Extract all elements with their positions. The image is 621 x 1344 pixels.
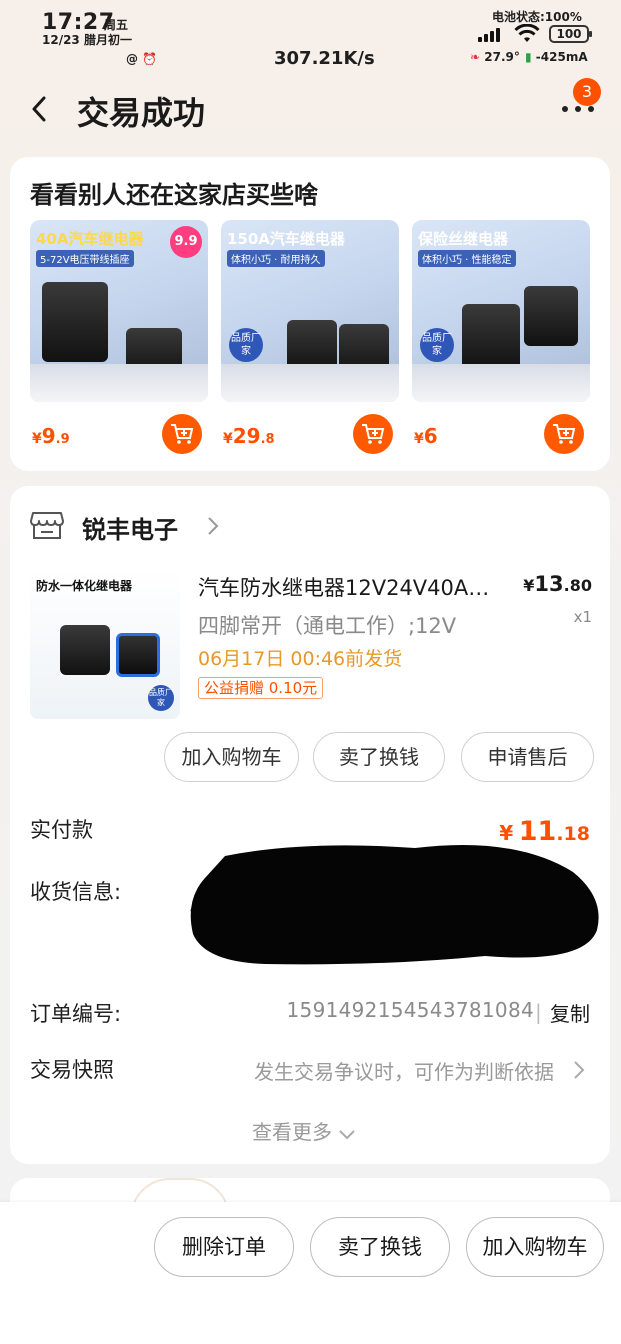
- order-card: 锐丰电子 防水一体化继电器 品质厂家 汽车防水继电器12V24V40A一体化带线…: [10, 486, 610, 1164]
- after-sales-button[interactable]: 申请售后: [461, 732, 594, 782]
- recommend-item[interactable]: 150A汽车继电器 体积小巧 · 耐用持久 品质厂家 ¥29.8: [221, 220, 399, 454]
- product-quantity: x1: [573, 608, 592, 626]
- delete-order-button[interactable]: 删除订单: [154, 1217, 294, 1277]
- chevron-right-icon[interactable]: [570, 1058, 588, 1082]
- image-title: 防水一体化继电器: [36, 579, 133, 593]
- item-price: ¥9.9: [32, 424, 70, 448]
- battery-icon: 100: [549, 25, 592, 43]
- paid-label: 实付款: [30, 818, 93, 842]
- snapshot-label: 交易快照: [30, 1058, 114, 1082]
- product-image[interactable]: 保险丝继电器 体积小巧 · 性能稳定 品质厂家: [412, 220, 590, 402]
- add-to-cart-icon[interactable]: [162, 414, 202, 454]
- item-price: ¥29.8: [223, 424, 275, 448]
- image-subtitle: 5-72V电压带线插座: [36, 250, 134, 267]
- separator: |: [535, 1000, 542, 1024]
- recommend-title: 看看别人还在这家店买些啥: [30, 181, 318, 209]
- brand-badge: 品质厂家: [420, 328, 454, 362]
- image-subtitle: 体积小巧 · 性能稳定: [418, 250, 516, 267]
- add-to-cart-button[interactable]: 加入购物车: [466, 1217, 604, 1277]
- status-bar: 17:27 周五 12/23 腊月初一 @ ⏰ 307.21K/s 电池状态:1…: [0, 0, 621, 80]
- charity-tag: 公益捐赠 0.10元: [198, 677, 324, 699]
- battery-current: ▮ -425mA: [525, 50, 588, 64]
- ship-deadline: 06月17日 00:46前发货: [198, 648, 403, 670]
- bottom-action-bar: 删除订单 卖了换钱 加入购物车: [0, 1202, 621, 1344]
- image-subtitle: 体积小巧 · 耐用持久: [227, 250, 325, 267]
- product-image[interactable]: 40A汽车继电器 5-72V电压带线插座 9.9: [30, 220, 208, 402]
- add-to-cart-icon[interactable]: [544, 414, 584, 454]
- brand-badge: 品质厂家: [229, 328, 263, 362]
- image-banner: 150A汽车继电器: [227, 230, 345, 248]
- wifi-icon: [514, 24, 540, 42]
- add-to-cart-button[interactable]: 加入购物车: [164, 732, 299, 782]
- brand-badge: 品质厂家: [148, 685, 174, 711]
- product-spec: 四脚常开（通电工作）;12V: [198, 614, 457, 638]
- snapshot-description[interactable]: 发生交易争议时，可作为判断依据: [254, 1056, 554, 1085]
- network-speed: 307.21K/s: [274, 48, 375, 69]
- address-label: 收货信息:: [30, 880, 122, 904]
- see-more-button[interactable]: 查看更多: [252, 1116, 356, 1145]
- order-number: 1591492154543781084: [286, 998, 534, 1022]
- image-banner: 保险丝继电器: [418, 230, 509, 248]
- resell-button[interactable]: 卖了换钱: [310, 1217, 450, 1277]
- image-banner: 40A汽车继电器: [36, 230, 144, 248]
- temperature: ❧ 27.9°: [470, 50, 520, 64]
- price-tag-badge: 9.9: [170, 226, 202, 258]
- page-title: 交易成功: [77, 94, 206, 132]
- chevron-right-icon[interactable]: [203, 514, 223, 538]
- alarm-icon: @ ⏰: [126, 52, 158, 66]
- recommend-card: 看看别人还在这家店买些啥 40A汽车继电器 5-72V电压带线插座 9.9 ¥9…: [10, 157, 610, 471]
- product-image[interactable]: 150A汽车继电器 体积小巧 · 耐用持久 品质厂家: [221, 220, 399, 402]
- signal-icon: [478, 28, 504, 42]
- chevron-down-icon: [339, 1129, 356, 1139]
- battery-state: 电池状态:100%: [492, 10, 582, 24]
- date: 12/23 腊月初一: [42, 33, 132, 47]
- notification-badge: 3: [573, 78, 601, 106]
- order-number-label: 订单编号:: [30, 1002, 122, 1026]
- product-price: ¥13.80: [523, 572, 592, 596]
- product-image[interactable]: 防水一体化继电器 品质厂家: [30, 569, 180, 719]
- item-price: ¥6: [414, 424, 438, 448]
- product-title[interactable]: 汽车防水继电器12V24V40A一体化带线插座: [198, 572, 498, 602]
- shop-icon[interactable]: [30, 510, 64, 540]
- recommend-item[interactable]: 40A汽车继电器 5-72V电压带线插座 9.9 ¥9.9: [30, 220, 208, 454]
- copy-button[interactable]: 复制: [550, 998, 590, 1027]
- add-to-cart-icon[interactable]: [353, 414, 393, 454]
- shop-name[interactable]: 锐丰电子: [82, 510, 178, 545]
- recommend-item[interactable]: 保险丝继电器 体积小巧 · 性能稳定 品质厂家 ¥6: [412, 220, 590, 454]
- back-icon[interactable]: [22, 92, 56, 126]
- resell-button[interactable]: 卖了换钱: [313, 732, 445, 782]
- redaction-mark: [190, 845, 599, 965]
